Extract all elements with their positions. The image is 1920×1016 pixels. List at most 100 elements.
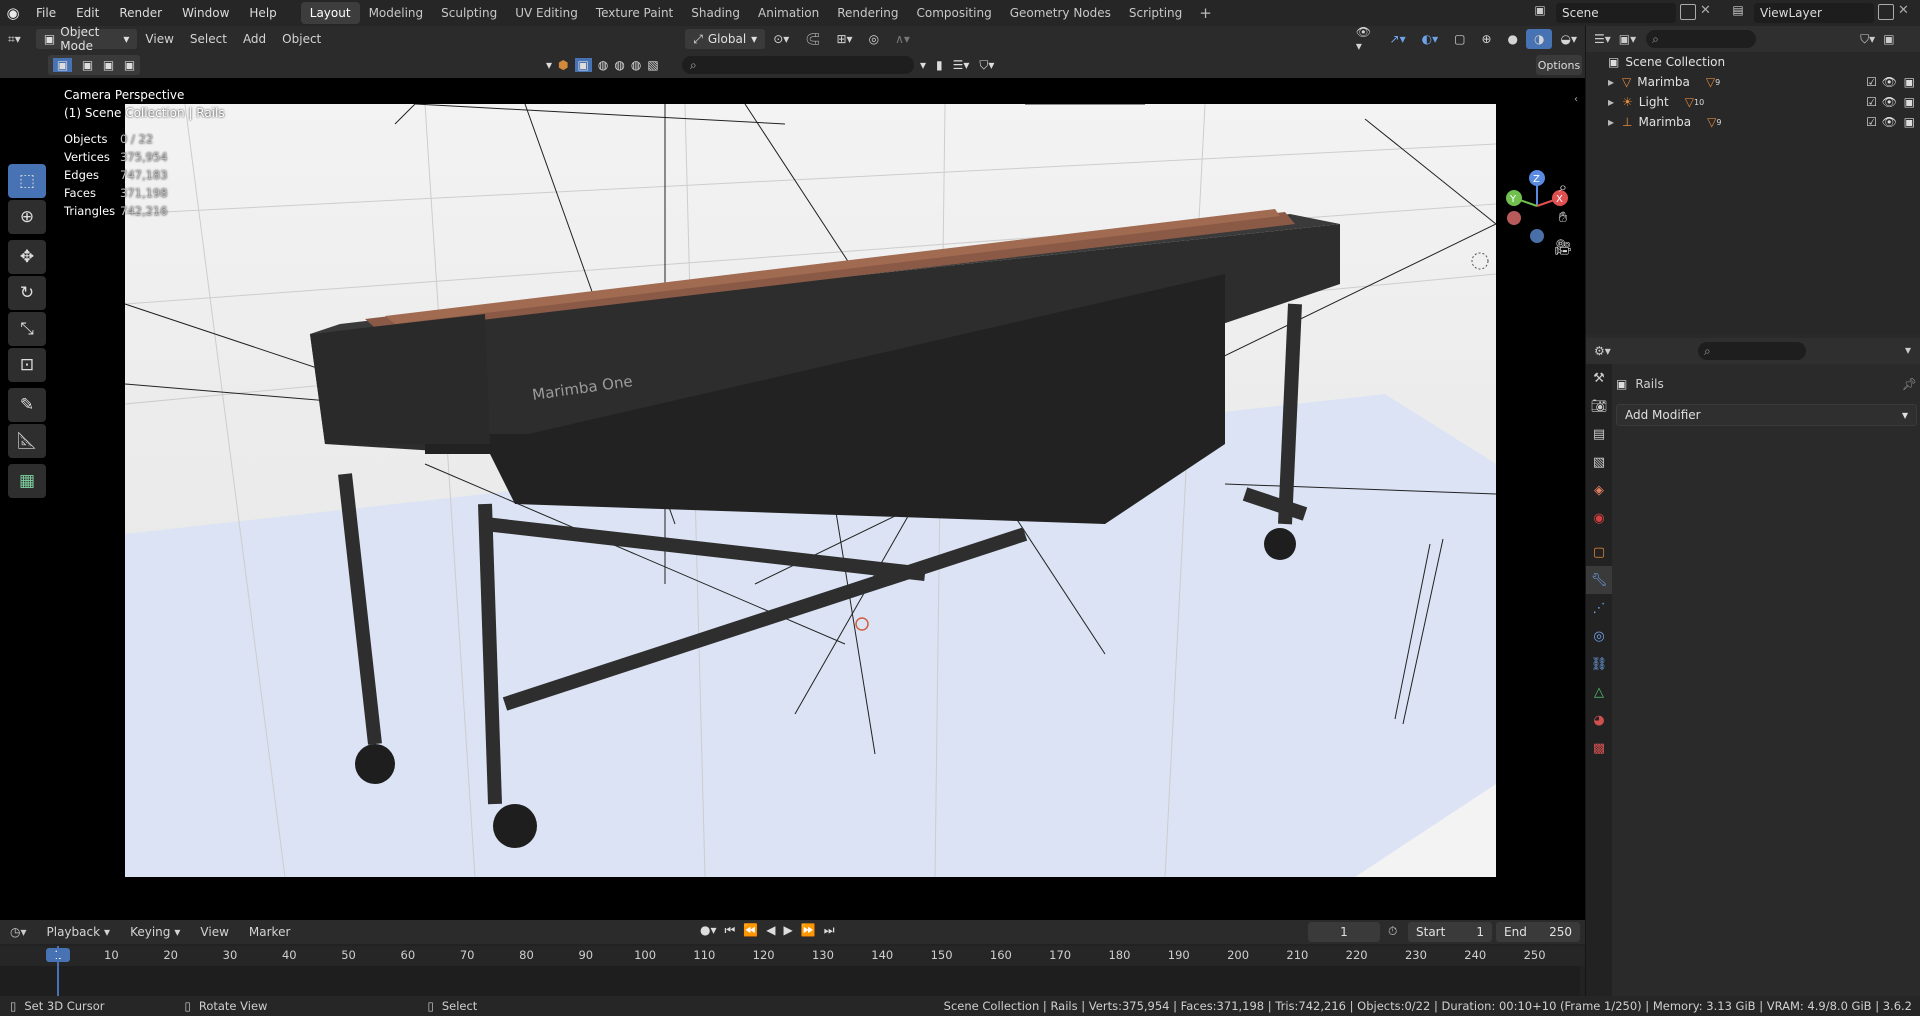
select-intersect-icon[interactable]: ▣ — [124, 58, 135, 72]
select-mode-icons[interactable]: ▣ ▣ ▣ ▣ — [48, 55, 140, 75]
shading-wire-icon[interactable]: ⊕ — [1473, 29, 1499, 49]
expand-arrow-icon[interactable]: ▸ — [1608, 75, 1614, 89]
mode-dropdown[interactable]: ▣ Object Mode ▾ — [35, 25, 138, 53]
shading-rendered-icon[interactable]: ◒▾ — [1552, 29, 1585, 49]
constraints-tab-icon[interactable]: ⛓ — [1586, 650, 1612, 678]
exclude-checkbox[interactable]: ☑ — [1866, 95, 1877, 109]
jump-start-icon[interactable]: ⏮ — [725, 923, 736, 938]
physics-tab-icon[interactable]: ◎ — [1586, 622, 1612, 650]
marker-menu[interactable]: Marker — [241, 922, 298, 942]
snap-icon[interactable]: 🧲︎ — [797, 29, 828, 49]
snap-target-icon[interactable]: ⊞▾ — [829, 29, 861, 49]
select-extend-icon[interactable]: ▣ — [82, 58, 93, 72]
timeline-ruler[interactable]: 1102030405060708090100110120130140150160… — [0, 946, 1585, 966]
object-filter-icon[interactable]: ▣ — [574, 58, 592, 72]
output-tab-icon[interactable]: ▤ — [1586, 420, 1612, 448]
measure-tool-icon[interactable]: 📐︎ — [8, 424, 46, 458]
camera-icon[interactable]: ▣ — [1904, 115, 1915, 129]
bookmark-icon[interactable]: ▮ — [936, 58, 943, 72]
camera-icon[interactable]: ▣ — [1904, 75, 1915, 89]
pivot-icon[interactable]: ⊙▾ — [765, 29, 797, 49]
xray-icon[interactable]: ▢ — [1446, 29, 1473, 49]
menu-file[interactable]: File — [26, 0, 66, 26]
menu-add[interactable]: Add — [235, 29, 274, 49]
end-frame-field[interactable]: End 250 — [1496, 922, 1580, 942]
new-view-layer-icon[interactable] — [1878, 4, 1894, 20]
3d-viewport[interactable]: Marimba One Camera Perspective (1) Scene… — [0, 78, 1585, 920]
view-layer-field[interactable]: ViewLayer — [1754, 3, 1874, 23]
close-icon[interactable]: ✕ — [1700, 3, 1711, 18]
outliner-editor-icon[interactable]: ☰▾ — [1594, 32, 1611, 46]
jump-end-icon[interactable]: ⏭ — [824, 923, 835, 938]
camera-icon[interactable]: ▣ — [1904, 95, 1915, 109]
falloff-icon[interactable]: ∧▾ — [887, 29, 918, 49]
transform-tool-icon[interactable]: ⊡ — [8, 348, 46, 382]
play-icon[interactable]: ▶ — [784, 923, 793, 938]
outliner-item[interactable]: ▸ ⊥ Marimba ▽ 9 ☑ 👁︎ ▣ — [1586, 112, 1920, 132]
orientation-dropdown[interactable]: ⤢ Global ▾ — [685, 29, 766, 49]
prev-keyframe-icon[interactable]: ⏪ — [743, 923, 758, 938]
gizmo-toggle-icon[interactable]: ↗▾ — [1382, 29, 1414, 49]
play-reverse-icon[interactable]: ◀ — [766, 923, 775, 938]
filter-icon[interactable]: ⛉▾ — [1860, 32, 1875, 47]
move-tool-icon[interactable]: ✥ — [8, 240, 46, 274]
world-tab-icon[interactable]: ◉ — [1586, 504, 1612, 532]
asset-search-input[interactable]: ⌕ — [682, 56, 914, 74]
zoom-icon[interactable]: ⌕ — [1550, 174, 1576, 200]
scene-selector-icon[interactable]: ▣ — [1526, 3, 1554, 23]
scene-name-field[interactable]: Scene — [1556, 3, 1676, 23]
close-view-layer-icon[interactable]: ✕ — [1898, 3, 1909, 18]
camera-view-icon[interactable]: 🎥︎ — [1550, 234, 1576, 260]
timeline-editor-icon[interactable]: ◷▾ — [10, 925, 27, 939]
visibility-icon[interactable]: 👁︎▾ — [1348, 25, 1382, 53]
exclude-checkbox[interactable]: ☑ — [1866, 75, 1877, 89]
options-button[interactable]: Options — [1536, 55, 1582, 75]
annotate-tool-icon[interactable]: ✎ — [8, 388, 46, 422]
menu-edit[interactable]: Edit — [66, 0, 109, 26]
shading-material-icon[interactable]: ◑ — [1526, 29, 1553, 49]
menu-select[interactable]: Select — [182, 29, 235, 49]
start-frame-field[interactable]: Start 1 — [1408, 922, 1492, 942]
data-tab-icon[interactable]: △ — [1586, 678, 1612, 706]
keying-menu[interactable]: Keying ▾ — [122, 922, 188, 942]
collapse-arrow-icon[interactable]: ‹ — [1574, 94, 1578, 105]
tab-modeling[interactable]: Modeling — [360, 2, 433, 24]
add-cube-tool-icon[interactable]: ▦ — [8, 464, 46, 498]
menu-help[interactable]: Help — [239, 0, 286, 26]
modifier-tab-icon[interactable]: 🔧︎ — [1586, 566, 1612, 594]
collection-filter-icons[interactable]: ▾ ⬢ ▣ ◍ ◍ ◍ ▧ — [546, 55, 681, 75]
outliner-root[interactable]: ▣ Scene Collection — [1586, 52, 1920, 72]
proportional-edit-icon[interactable]: ◎ — [861, 29, 887, 49]
display-mode-icon[interactable]: ▣▾ — [1619, 32, 1636, 46]
properties-editor-icon[interactable]: ⚙▾ — [1594, 344, 1611, 358]
texture-tab-icon[interactable]: ▩ — [1586, 734, 1612, 762]
tab-texture-paint[interactable]: Texture Paint — [587, 2, 682, 24]
bookmark-icons[interactable]: ▾ ▮ ☰▾ ⛉▾ — [920, 55, 1020, 75]
scale-tool-icon[interactable]: ⤡ — [8, 312, 46, 346]
tab-geometry-nodes[interactable]: Geometry Nodes — [1001, 2, 1120, 24]
tab-sculpting[interactable]: Sculpting — [432, 2, 506, 24]
select-subtract-icon[interactable]: ▣ — [103, 58, 114, 72]
select-new-icon[interactable]: ▣ — [52, 58, 73, 72]
outliner-search-input[interactable]: ⌕ — [1646, 30, 1757, 48]
mesh-filter-icon[interactable]: ◍ — [614, 58, 624, 72]
menu-render[interactable]: Render — [109, 0, 172, 26]
outliner-item[interactable]: ▸ ▽ Marimba ▽ 9 ☑ 👁︎ ▣ — [1586, 72, 1920, 92]
pin-icon[interactable]: 📌︎ — [1902, 377, 1917, 391]
menu-view[interactable]: View — [137, 29, 181, 49]
outliner-item[interactable]: ▸ ☀ Light ▽ 10 ☑ 👁︎ ▣ — [1586, 92, 1920, 112]
new-scene-icon[interactable] — [1680, 4, 1696, 20]
eye-icon[interactable]: 👁︎ — [1882, 75, 1897, 89]
stopwatch-icon[interactable]: ⏱ — [1388, 924, 1397, 939]
chevron-down-icon[interactable]: ▾ — [1905, 343, 1911, 357]
object-tab-icon[interactable]: ▢ — [1586, 538, 1612, 566]
next-keyframe-icon[interactable]: ⏩ — [801, 923, 816, 938]
shading-solid-icon[interactable]: ● — [1500, 29, 1526, 49]
timeline-view-menu[interactable]: View — [192, 922, 236, 942]
exclude-checkbox[interactable]: ☑ — [1866, 115, 1877, 129]
cursor-tool-icon[interactable]: ⊕ — [8, 200, 46, 234]
display-mode-icon[interactable]: ☰▾ — [953, 58, 970, 72]
menu-window[interactable]: Window — [172, 0, 239, 26]
tab-layout[interactable]: Layout — [300, 2, 360, 24]
image-filter-icon[interactable]: ▧ — [647, 58, 658, 72]
